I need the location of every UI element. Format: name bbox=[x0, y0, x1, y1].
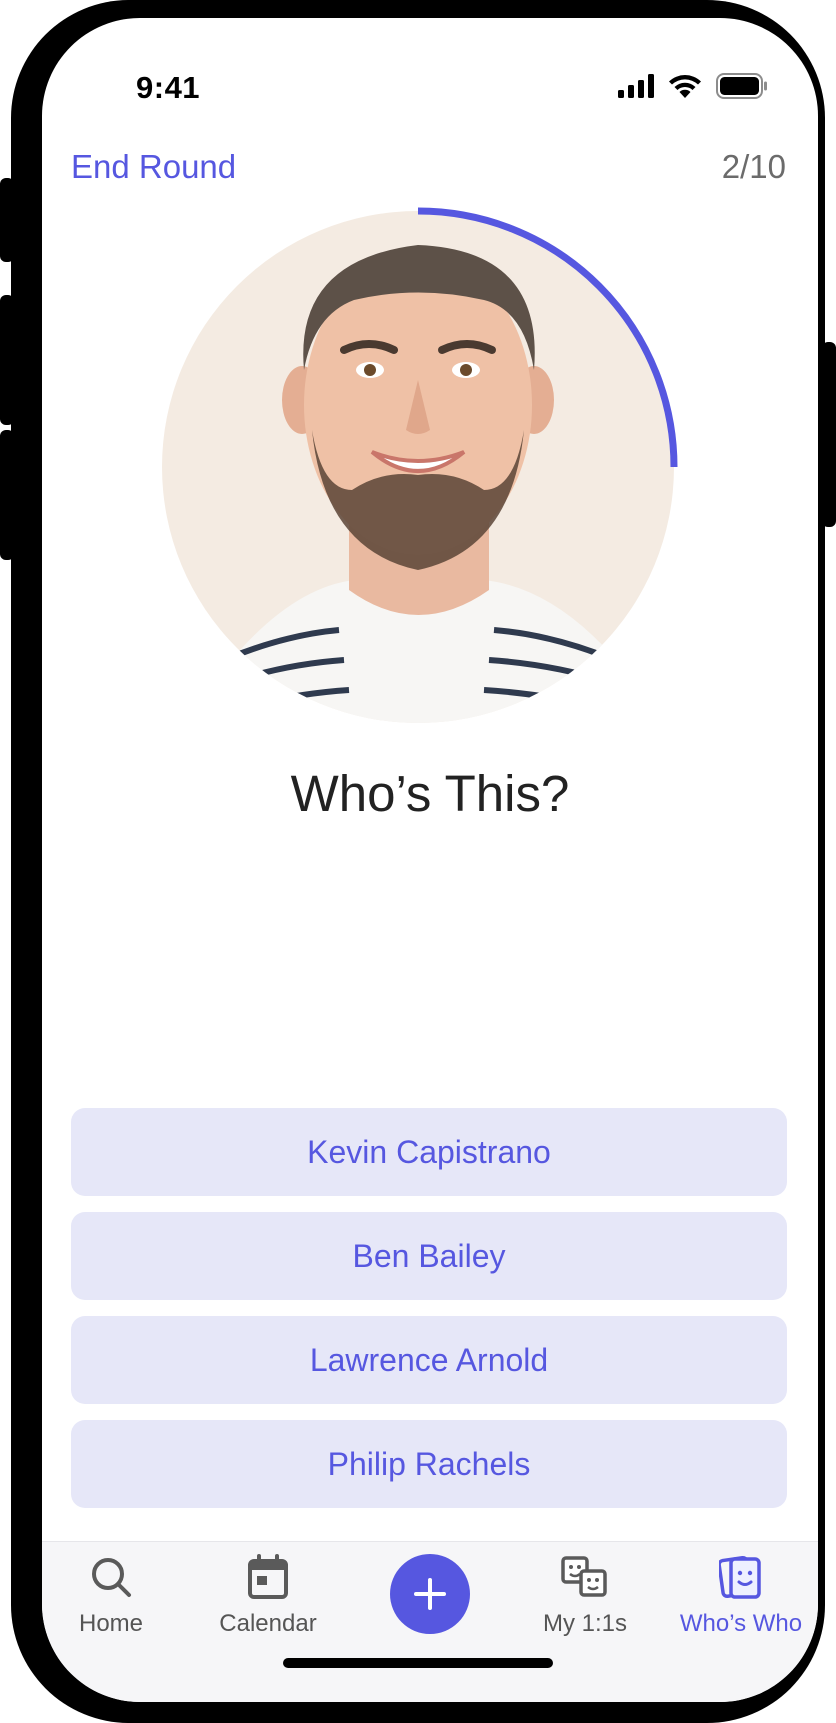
battery-icon bbox=[716, 72, 768, 104]
tab-label: Who’s Who bbox=[679, 1610, 803, 1637]
answer-button[interactable]: Kevin Capistrano bbox=[71, 1108, 787, 1196]
status-icons bbox=[618, 72, 768, 104]
status-time: 9:41 bbox=[136, 70, 201, 105]
screen: 9:41 End Round 2/10 Who’s This? Kevin Ca… bbox=[42, 18, 818, 1702]
answer-button[interactable]: Ben Bailey bbox=[71, 1212, 787, 1300]
cellular-signal-icon bbox=[618, 73, 654, 103]
person-portrait bbox=[162, 207, 678, 723]
end-round-button[interactable]: End Round bbox=[71, 148, 236, 186]
faces-icon bbox=[561, 1550, 609, 1604]
tab-bar: Home Calendar My 1:1s Who’s Who bbox=[42, 1541, 818, 1702]
tab-label: Calendar bbox=[219, 1610, 317, 1637]
tab-label: My 1:1s bbox=[542, 1610, 628, 1637]
tab-calendar[interactable]: Calendar bbox=[193, 1550, 343, 1638]
tab-home[interactable]: Home bbox=[42, 1550, 186, 1638]
cards-face-icon bbox=[719, 1550, 763, 1604]
phone-shell: 9:41 End Round 2/10 Who’s This? Kevin Ca… bbox=[11, 0, 825, 1723]
tab-label: Home bbox=[78, 1610, 144, 1637]
question-title: Who’s This? bbox=[290, 765, 570, 822]
question-progress: 2/10 bbox=[721, 148, 786, 185]
answer-button[interactable]: Lawrence Arnold bbox=[71, 1316, 787, 1404]
search-icon bbox=[89, 1550, 133, 1604]
calendar-icon bbox=[247, 1550, 289, 1604]
person-photo bbox=[154, 190, 706, 742]
answer-button[interactable]: Philip Rachels bbox=[71, 1420, 787, 1508]
home-indicator[interactable] bbox=[283, 1658, 553, 1668]
tab-whos-who[interactable]: Who’s Who bbox=[666, 1550, 816, 1638]
wifi-icon bbox=[668, 74, 702, 103]
tab-my-one-on-ones[interactable]: My 1:1s bbox=[510, 1550, 660, 1638]
add-button[interactable] bbox=[390, 1554, 470, 1634]
plus-icon bbox=[414, 1578, 446, 1610]
answer-list: Kevin Capistrano Ben Bailey Lawrence Arn… bbox=[71, 1108, 787, 1524]
